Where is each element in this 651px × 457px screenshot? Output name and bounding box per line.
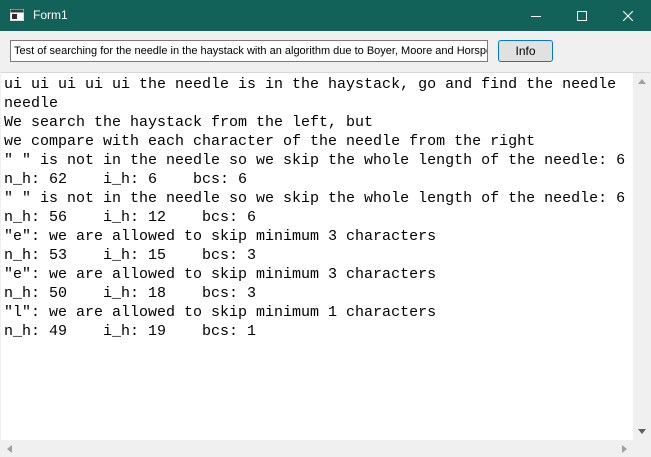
output-line: n_h: 49 i_h: 19 bcs: 1 xyxy=(4,323,257,340)
info-button[interactable]: Info xyxy=(498,40,553,62)
form-window-icon xyxy=(10,9,24,21)
output-line: ui ui ui ui ui the needle is in the hays… xyxy=(4,76,617,93)
scroll-up-button[interactable] xyxy=(633,73,650,90)
scroll-down-icon xyxy=(637,429,646,434)
title-bar[interactable]: Form1 xyxy=(0,0,651,31)
output-textarea[interactable]: ui ui ui ui ui the needle is in the hays… xyxy=(1,72,650,457)
haystack-text-input[interactable]: Test of searching for the needle in the … xyxy=(10,40,488,62)
scroll-right-icon xyxy=(622,444,627,453)
output-line: needle xyxy=(4,95,59,112)
close-button[interactable] xyxy=(605,0,651,31)
output-line: n_h: 50 i_h: 18 bcs: 3 xyxy=(4,285,257,302)
scroll-up-icon xyxy=(637,79,646,84)
maximize-button[interactable] xyxy=(559,0,605,31)
scroll-down-button[interactable] xyxy=(633,423,650,440)
output-line: We search the haystack from the left, bu… xyxy=(4,114,374,131)
output-line: "e": we are allowed to skip minimum 3 ch… xyxy=(4,228,437,245)
minimize-icon xyxy=(531,15,541,17)
output-line: n_h: 56 i_h: 12 bcs: 6 xyxy=(4,209,257,226)
vertical-scrollbar[interactable] xyxy=(633,73,650,440)
scroll-right-button[interactable] xyxy=(616,440,633,457)
window-title: Form1 xyxy=(33,8,68,22)
output-line: n_h: 53 i_h: 15 bcs: 3 xyxy=(4,247,257,264)
output-line: "e": we are allowed to skip minimum 3 ch… xyxy=(4,266,437,283)
horizontal-scrollbar[interactable] xyxy=(1,440,633,457)
close-icon xyxy=(623,10,633,21)
output-text: ui ui ui ui ui the needle is in the hays… xyxy=(4,75,632,341)
scrollbar-corner xyxy=(633,440,650,457)
minimize-button[interactable] xyxy=(513,0,559,31)
output-line: n_h: 62 i_h: 6 bcs: 6 xyxy=(4,171,248,188)
output-line: " " is not in the needle so we skip the … xyxy=(4,190,626,207)
maximize-icon xyxy=(577,10,587,21)
output-line: we compare with each character of the ne… xyxy=(4,133,536,150)
output-line: " " is not in the needle so we skip the … xyxy=(4,152,626,169)
scroll-left-button[interactable] xyxy=(1,440,18,457)
output-line: "l": we are allowed to skip minimum 1 ch… xyxy=(4,304,437,321)
input-toolbar: Test of searching for the needle in the … xyxy=(0,31,651,72)
scroll-left-icon xyxy=(7,444,12,453)
